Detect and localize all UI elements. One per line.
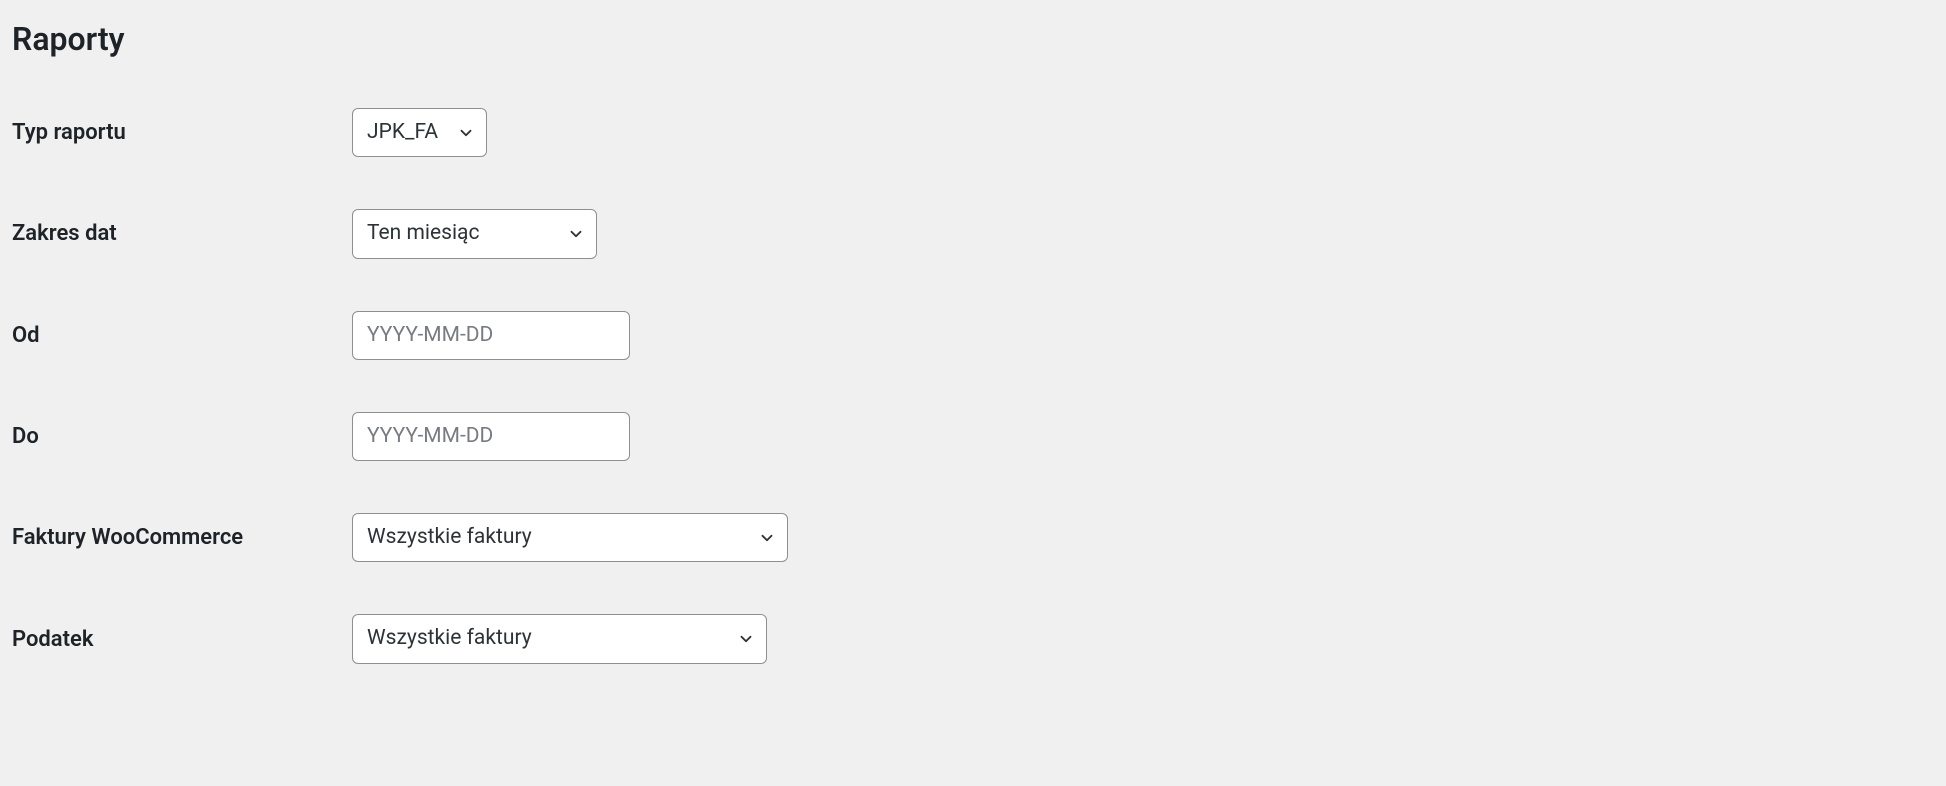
select-wrapper-tax: Wszystkie faktury	[352, 614, 767, 663]
label-report-type: Typ raportu	[12, 120, 352, 145]
label-tax: Podatek	[12, 627, 352, 652]
label-invoices: Faktury WooCommerce	[12, 525, 352, 550]
select-invoices[interactable]: Wszystkie faktury	[352, 513, 788, 562]
select-wrapper-report-type: JPK_FA	[352, 108, 487, 157]
row-tax: Podatek Wszystkie faktury	[12, 614, 1934, 663]
row-date-from: Od	[12, 311, 1934, 360]
select-wrapper-invoices: Wszystkie faktury	[352, 513, 788, 562]
select-report-type[interactable]: JPK_FA	[352, 108, 487, 157]
label-date-to: Do	[12, 424, 352, 449]
select-wrapper-date-range: Ten miesiąc	[352, 209, 597, 258]
select-tax[interactable]: Wszystkie faktury	[352, 614, 767, 663]
label-date-from: Od	[12, 323, 352, 348]
input-date-to[interactable]	[352, 412, 630, 461]
row-invoices: Faktury WooCommerce Wszystkie faktury	[12, 513, 1934, 562]
row-date-range: Zakres dat Ten miesiąc	[12, 209, 1934, 258]
page-title: Raporty	[12, 20, 1934, 58]
row-report-type: Typ raportu JPK_FA	[12, 108, 1934, 157]
label-date-range: Zakres dat	[12, 221, 352, 246]
row-date-to: Do	[12, 412, 1934, 461]
select-date-range[interactable]: Ten miesiąc	[352, 209, 597, 258]
input-date-from[interactable]	[352, 311, 630, 360]
